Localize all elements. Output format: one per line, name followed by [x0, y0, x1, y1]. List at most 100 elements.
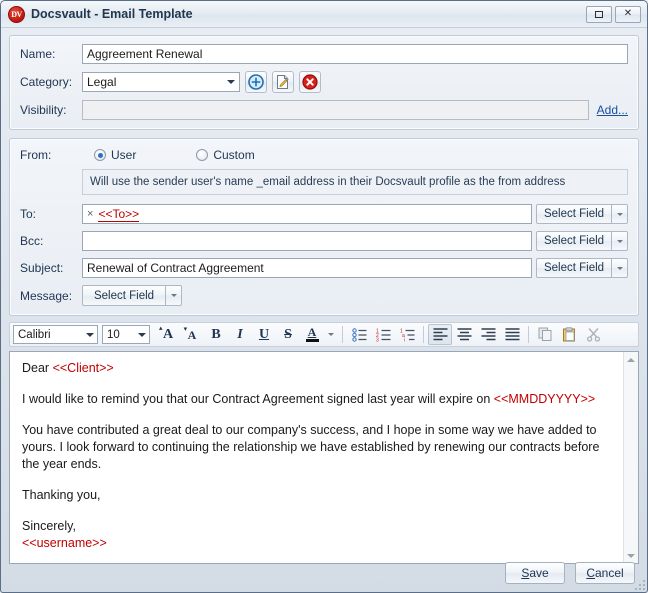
window-title: Docsvault - Email Template — [31, 7, 193, 21]
toolbar-separator — [423, 326, 424, 343]
to-chip-remove-icon[interactable]: × — [87, 208, 93, 220]
to-select-field-dropdown[interactable] — [612, 204, 628, 224]
multilevel-list-button[interactable]: 1 a i — [395, 324, 419, 345]
subject-select-field-dropdown[interactable] — [612, 258, 628, 278]
visibility-add-link[interactable]: Add... — [597, 103, 628, 117]
name-row: Name: Aggreement Renewal — [20, 44, 628, 64]
category-select[interactable]: Legal — [82, 72, 240, 92]
font-size-select[interactable]: 10 — [102, 325, 150, 344]
visibility-input[interactable] — [82, 100, 589, 120]
chevron-down-icon — [134, 332, 149, 337]
window-controls: ✕ — [586, 5, 643, 23]
message-select-field-split: Select Field — [82, 285, 182, 306]
resize-grip[interactable] — [633, 578, 645, 590]
message-select-field-dropdown[interactable] — [166, 285, 182, 306]
grow-font-button[interactable]: ▴ A — [156, 324, 180, 345]
template-details-group: Name: Aggreement Renewal Category: Legal — [9, 35, 639, 130]
numbered-list-button[interactable]: 1 2 3 — [371, 324, 395, 345]
bullet-list-icon — [351, 327, 366, 342]
subject-select-field-split: Select Field — [536, 258, 628, 278]
title-bar: DV Docsvault - Email Template ✕ — [1, 1, 647, 28]
underline-icon: U — [258, 326, 270, 342]
underline-button[interactable]: U — [252, 324, 276, 345]
font-size-value: 10 — [107, 328, 120, 341]
cut-icon — [586, 328, 600, 342]
cancel-label: ancel — [594, 566, 624, 580]
to-input[interactable]: × <<To>> — [82, 204, 532, 224]
save-label: ave — [529, 566, 549, 580]
italic-button[interactable]: I — [228, 324, 252, 345]
save-button[interactable]: Save — [505, 562, 565, 584]
toolbar-separator — [528, 326, 529, 343]
paste-button[interactable] — [557, 324, 581, 345]
from-info-text: Will use the sender user's name _email a… — [82, 169, 628, 195]
subject-input[interactable]: Renewal of Contract Aggreement — [82, 258, 532, 278]
name-input[interactable]: Aggreement Renewal — [82, 44, 628, 64]
from-option-user[interactable]: User — [94, 148, 136, 162]
username-placeholder: <<username>> — [22, 536, 107, 550]
to-select-field-button[interactable]: Select Field — [536, 204, 612, 224]
bcc-select-field-dropdown[interactable] — [612, 231, 628, 251]
visibility-label: Visibility: — [20, 103, 67, 117]
bcc-row: Bcc: Select Field — [20, 231, 628, 251]
italic-icon: I — [237, 326, 243, 342]
bcc-select-field-button[interactable]: Select Field — [536, 231, 612, 251]
scroll-up-button[interactable] — [624, 352, 638, 367]
name-label: Name: — [20, 47, 56, 61]
bcc-select-field-split: Select Field — [536, 231, 628, 251]
subject-select-field-button[interactable]: Select Field — [536, 258, 612, 278]
maximize-button[interactable] — [586, 5, 612, 23]
from-option-custom[interactable]: Custom — [196, 148, 255, 162]
align-justify-button[interactable] — [500, 324, 524, 345]
message-editor-container: Dear <<Client>> I would like to remind y… — [9, 351, 639, 564]
align-right-button[interactable] — [476, 324, 500, 345]
copy-button[interactable] — [533, 324, 557, 345]
visibility-row: Visibility: Add... — [20, 100, 628, 120]
circle-x-icon — [302, 74, 318, 90]
strikethrough-button[interactable]: S — [276, 324, 300, 345]
add-category-button[interactable] — [245, 71, 267, 93]
category-row: Category: Legal — [20, 71, 628, 93]
to-token: <<To>> — [98, 206, 140, 222]
align-right-icon — [481, 328, 495, 341]
email-template-window: DV Docsvault - Email Template ✕ Name: Ag… — [0, 0, 648, 593]
message-select-field-button[interactable]: Select Field — [82, 285, 166, 306]
editor-paragraph-3: Thanking you, — [22, 488, 101, 502]
radio-unselected-icon — [196, 149, 209, 161]
dialog-body: Name: Aggreement Renewal Category: Legal — [1, 28, 647, 564]
client-placeholder: <<Client>> — [52, 361, 114, 375]
message-label: Message: — [20, 288, 73, 303]
from-option-user-label: User — [111, 148, 137, 162]
font-color-dropdown[interactable] — [324, 324, 338, 345]
close-icon: ✕ — [623, 8, 633, 19]
cut-button[interactable] — [581, 324, 605, 345]
close-button[interactable]: ✕ — [615, 5, 641, 23]
message-editor[interactable]: Dear <<Client>> I would like to remind y… — [10, 352, 623, 563]
align-left-button[interactable] — [428, 324, 452, 345]
toolbar-separator — [342, 326, 343, 343]
copy-icon — [538, 327, 551, 341]
font-color-button[interactable]: A — [300, 324, 324, 345]
grow-font-icon: ▴ A — [158, 325, 174, 342]
align-center-button[interactable] — [452, 324, 476, 345]
edit-category-button[interactable] — [272, 71, 294, 93]
category-value: Legal — [87, 75, 117, 89]
cancel-button[interactable]: Cancel — [575, 562, 635, 584]
font-family-select[interactable]: Calibri — [13, 325, 98, 344]
dialog-footer: Save Cancel — [1, 554, 647, 592]
subject-row: Subject: Renewal of Contract Aggreement … — [20, 258, 628, 278]
shrink-font-button[interactable]: ▾ A — [180, 324, 204, 345]
editor-scrollbar[interactable] — [623, 352, 638, 563]
page-pencil-icon — [277, 75, 289, 89]
email-fields-group: From: User Custom Will use the sender us… — [9, 138, 639, 316]
paste-icon — [562, 327, 575, 342]
bold-button[interactable]: B — [204, 324, 228, 345]
bcc-input[interactable] — [82, 231, 532, 251]
delete-category-button[interactable] — [299, 71, 321, 93]
paragraph-1-text: I would like to remind you that our Cont… — [22, 392, 494, 406]
logo-text: DV — [11, 9, 22, 19]
multilevel-list-icon: 1 a i — [400, 328, 414, 342]
editor-paragraph-1: I would like to remind you that our Cont… — [22, 391, 613, 408]
bullet-list-button[interactable] — [347, 324, 371, 345]
editor-greeting: Dear <<Client>> — [22, 360, 613, 377]
